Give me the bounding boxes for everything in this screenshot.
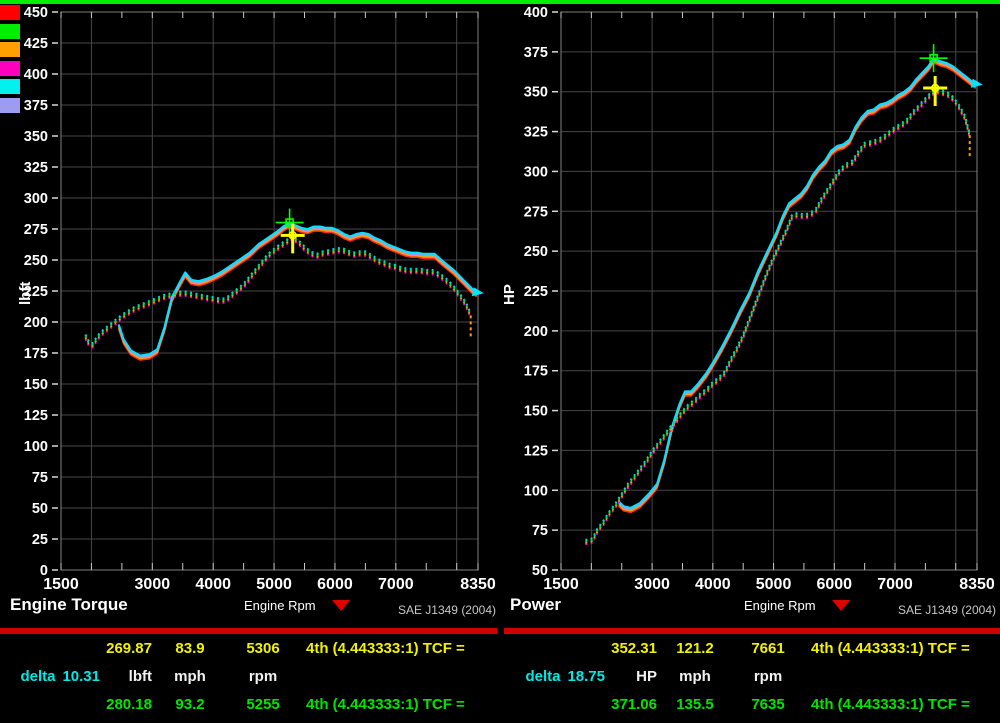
power-x-axis-selector[interactable]: Engine Rpm [744,598,850,613]
svg-text:3000: 3000 [135,576,171,591]
torque-x-axis-label[interactable]: Engine Rpm [244,598,316,613]
svg-text:8350: 8350 [959,576,995,591]
svg-text:25: 25 [32,532,48,548]
svg-text:275: 275 [24,222,48,238]
svg-text:450: 450 [24,5,48,21]
svg-text:400: 400 [524,5,548,21]
torque-run1-value: 269.87 [106,640,152,657]
svg-text:8350: 8350 [460,576,496,591]
torque-chart-header: Engine Torque Engine Rpm SAE J1349 (2004… [0,591,500,628]
svg-text:lbft: lbft [17,282,34,305]
torque-correction-standard-label: SAE J1349 (2004) [397,603,496,617]
dropdown-arrow-icon[interactable] [831,600,850,611]
power-run1-readout-row: 352.31 121.2 7661 4th (4.443333:1) TCF = [505,640,1000,657]
power-correction-standard-label: SAE J1349 (2004) [897,603,996,617]
svg-text:75: 75 [532,523,548,539]
svg-text:3000: 3000 [634,576,670,591]
svg-text:100: 100 [24,439,48,455]
svg-text:4000: 4000 [195,576,231,591]
power-chart-canvas[interactable]: 5075100125150175200225250275300325350375… [500,4,1000,591]
torque-run2-rpm: 5255 [246,696,280,713]
svg-text:1500: 1500 [43,576,79,591]
svg-text:350: 350 [524,85,548,101]
power-run1-value: 352.31 [611,640,657,657]
power-run2-readout-row: 371.06 135.5 7635 4th (4.443333:1) TCF = [505,696,1000,713]
torque-chart-title: Engine Torque [10,595,128,614]
svg-text:125: 125 [524,443,548,459]
svg-text:5000: 5000 [256,576,292,591]
torque-run2-value: 280.18 [106,696,152,713]
svg-text:75: 75 [32,470,48,486]
svg-text:6000: 6000 [317,576,353,591]
power-run2-speed: 135.5 [676,696,714,713]
svg-text:325: 325 [524,125,548,141]
power-chart-header: Power Engine Rpm SAE J1349 (2004) [500,591,1000,628]
svg-text:350: 350 [24,129,48,145]
torque-chart-panel: 0 25 50 75 100 125 150 175 200 225 250 275 300 325 350… [0,4,500,628]
torque-run1-speed: 83.9 [175,640,205,657]
power-delta-readout-row: delta 18.75 HP mph rpm [505,668,1000,685]
svg-text:200: 200 [524,324,548,340]
svg-text:300: 300 [524,164,548,180]
svg-text:200: 200 [24,315,48,331]
svg-text:250: 250 [524,244,548,260]
power-x-axis-label[interactable]: Engine Rpm [744,598,816,613]
svg-text:4000: 4000 [695,576,731,591]
power-run1-rpm: 7661 [751,640,785,657]
torque-delta-value: 10.31 [62,668,100,685]
svg-text:400: 400 [24,67,48,83]
torque-readout-panel: 269.87 83.9 5306 4th (4.443333:1) TCF = … [0,634,497,723]
svg-text:225: 225 [524,284,548,300]
svg-text:175: 175 [24,346,48,362]
torque-run1-gear-info: 4th (4.443333:1) TCF = [306,640,465,657]
torque-run2-readout-row: 280.18 93.2 5255 4th (4.443333:1) TCF = [0,696,497,713]
torque-run2-gear-info: 4th (4.443333:1) TCF = [306,696,465,713]
torque-chart-canvas[interactable]: 0255075100125150175200225250275300325350… [0,4,500,591]
torque-run2-speed: 93.2 [175,696,205,713]
svg-text:50: 50 [32,501,48,517]
dyno-app-window: 0 25 50 75 100 125 150 175 200 225 250 275 300 325 350… [0,0,1000,723]
svg-text:7000: 7000 [378,576,414,591]
svg-text:300: 300 [24,191,48,207]
rpm-unit-label: rpm [248,668,278,685]
svg-text:425: 425 [24,36,48,52]
svg-text:125: 125 [24,408,48,424]
torque-run1-rpm: 5306 [246,640,280,657]
svg-text:HP: HP [501,284,518,305]
torque-run1-readout-row: 269.87 83.9 5306 4th (4.443333:1) TCF = [0,640,497,657]
svg-text:1500: 1500 [543,576,579,591]
svg-text:375: 375 [24,98,48,114]
power-readout-panel: 352.31 121.2 7661 4th (4.443333:1) TCF =… [505,634,1000,723]
torque-delta-readout-row: delta 10.31 lbft mph rpm [0,668,497,685]
power-run2-value: 371.06 [611,696,657,713]
power-unit-label: HP [636,668,657,685]
svg-text:5000: 5000 [756,576,792,591]
svg-text:6000: 6000 [816,576,852,591]
power-run1-gear-info: 4th (4.443333:1) TCF = [811,640,970,657]
power-delta-value: 18.75 [567,668,605,685]
svg-text:150: 150 [24,377,48,393]
svg-text:150: 150 [524,404,548,420]
power-delta-label: delta [525,668,561,685]
dropdown-arrow-icon[interactable] [331,600,350,611]
power-run1-speed: 121.2 [676,640,714,657]
svg-text:175: 175 [524,364,548,380]
power-run2-rpm: 7635 [751,696,785,713]
svg-text:325: 325 [24,160,48,176]
speed-unit-label: mph [174,668,206,685]
torque-unit-label: lbft [128,668,152,685]
svg-text:7000: 7000 [877,576,913,591]
svg-text:275: 275 [524,204,548,220]
svg-text:375: 375 [524,45,548,61]
svg-text:100: 100 [524,483,548,499]
power-chart-title: Power [510,595,562,614]
power-chart-panel: 50 75 100 125 150 175 200 225 250 275 300 325 350 375… [500,4,1000,628]
speed-unit-label: mph [679,668,711,685]
rpm-unit-label: rpm [753,668,783,685]
svg-text:250: 250 [24,253,48,269]
power-run2-gear-info: 4th (4.443333:1) TCF = [811,696,970,713]
torque-delta-label: delta [20,668,56,685]
torque-x-axis-selector[interactable]: Engine Rpm [244,598,350,613]
